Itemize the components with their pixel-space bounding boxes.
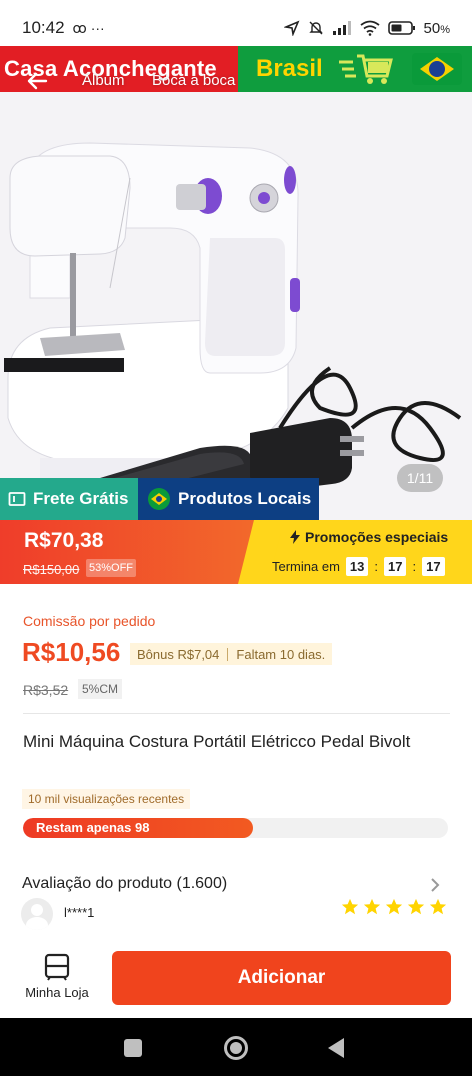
review-title[interactable]: Avaliação do produto (1.600) — [22, 875, 227, 893]
status-time: 10:42 — [22, 18, 65, 37]
discount-badge: 53%OFF — [86, 559, 137, 577]
views-tag: 10 mil visualizações recentes — [22, 789, 191, 809]
commission-label: Comissão por pedido — [23, 613, 156, 629]
star-icon — [363, 898, 381, 915]
reviewer-name: l****1 — [64, 905, 95, 920]
recent-apps-button[interactable] — [124, 1039, 142, 1057]
product-title: Mini Máquina Costura Portátil Elétricco … — [23, 732, 411, 751]
timer-seconds: 17 — [422, 557, 445, 576]
badge-frete-gratis: Frete Grátis — [0, 478, 138, 520]
star-icon — [341, 898, 359, 915]
image-page-indicator: 1/11 — [397, 464, 443, 492]
bonus-remaining: Faltam 10 dias. — [236, 646, 326, 662]
badge-produtos-locais: Produtos Locais — [138, 478, 319, 520]
mute-bell-icon — [308, 21, 323, 35]
signal-icon — [332, 21, 351, 35]
price-block: R$70,38 R$150,00 53%OFF — [0, 520, 262, 584]
product-image-carousel[interactable]: Casa Aconchegante Brasil Álbum Boca a bo… — [0, 46, 472, 520]
system-back-button[interactable] — [328, 1038, 344, 1058]
badge-frete-label: Frete Grátis — [33, 489, 129, 508]
status-right: 50% — [283, 19, 450, 37]
tab-boca-a-boca[interactable]: Boca a boca — [152, 72, 235, 89]
reviewer-avatar — [21, 898, 53, 930]
hero-badges: Frete Grátis Produtos Locais — [0, 478, 319, 520]
current-price: R$70,38 — [24, 529, 104, 552]
timer-hours: 13 — [345, 557, 369, 576]
store-icon — [44, 953, 70, 981]
product-photo — [4, 142, 462, 520]
location-icon — [283, 20, 300, 36]
stock-text: Restam apenas 98 — [36, 820, 150, 835]
star-icon — [385, 898, 403, 915]
my-store-label: Minha Loja — [25, 985, 89, 1000]
battery-icon — [387, 21, 415, 35]
commission-old-value: R$3,52 — [23, 682, 69, 698]
system-nav-bar — [0, 1018, 472, 1076]
star-icon — [407, 898, 425, 915]
price-banner: R$70,38 R$150,00 53%OFF Promoções especi… — [0, 520, 472, 584]
promo-block: Promoções especiais Termina em 13 : 17 :… — [238, 520, 472, 584]
chevron-right-icon[interactable] — [430, 877, 440, 898]
add-button[interactable]: Adicionar — [112, 951, 451, 1005]
review-stars — [341, 898, 447, 916]
promo-title: Promoções especiais — [290, 529, 448, 545]
commission-rate: 5%CM — [78, 679, 123, 699]
timer-minutes: 17 — [384, 557, 407, 576]
battery-level: 50% — [423, 19, 450, 37]
badge-locais-label: Produtos Locais — [178, 489, 312, 508]
wifi-icon — [359, 20, 380, 36]
original-price: R$150,00 — [23, 562, 80, 577]
promo-title-text: Promoções especiais — [305, 529, 449, 545]
status-left: 10:42 ꝏ ··· — [22, 18, 105, 38]
lightning-icon — [290, 530, 300, 544]
tab-album[interactable]: Álbum — [82, 72, 125, 89]
timer-label: Termina em — [272, 559, 340, 574]
bonus-amount: Bônus R$7,04 — [137, 646, 220, 662]
bonus-box: Bônus R$7,04 Faltam 10 dias. — [130, 643, 333, 665]
divider — [23, 713, 450, 714]
commission-value: R$10,56 — [22, 637, 121, 667]
ticket-icon — [8, 492, 26, 506]
my-store-button[interactable]: Minha Loja — [18, 953, 96, 1013]
star-icon — [429, 898, 447, 915]
countdown-timer: Termina em 13 : 17 : 17 — [272, 557, 445, 576]
status-notification-icons: ꝏ ··· — [72, 19, 105, 36]
stock-progress-bar: Restam apenas 98 — [23, 818, 448, 838]
bottom-action-bar: Minha Loja Adicionar — [0, 945, 472, 1018]
home-button[interactable] — [224, 1036, 248, 1060]
brazil-flag-small-icon — [148, 488, 170, 510]
